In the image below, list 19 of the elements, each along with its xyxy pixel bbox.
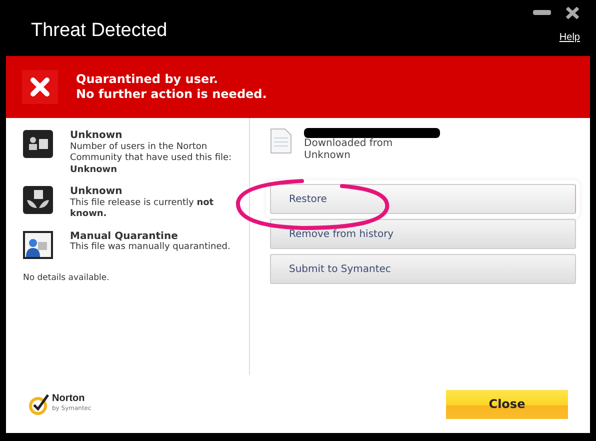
detail-title: Unknown [70,186,124,198]
close-icon[interactable] [565,6,580,20]
detail-title: Manual Quarantine [70,230,179,242]
error-icon [22,70,58,104]
banner-message: Quarantined by user. No further action is needed. [76,72,267,102]
detail-description: This file was manually quarantined. [70,242,232,254]
file-origin: Downloaded from Unknown [304,138,394,162]
close-button[interactable]: Close [446,390,568,418]
check-circle-icon [28,393,50,415]
action-button[interactable]: Submit to Symantec [270,254,576,284]
minimize-icon[interactable] [533,10,551,16]
help-link[interactable]: Help [559,32,580,43]
action-button[interactable]: Remove from history [270,219,576,249]
window-title: Threat Detected [30,19,168,43]
details-note: No details available. [23,272,110,282]
file-icon [270,128,292,154]
detail-description: This file release is currently not known. [70,198,215,220]
detail-description: Number of users in the Norton Community that have used this file: Unknown [70,142,233,176]
detail-title: Unknown [70,130,124,142]
